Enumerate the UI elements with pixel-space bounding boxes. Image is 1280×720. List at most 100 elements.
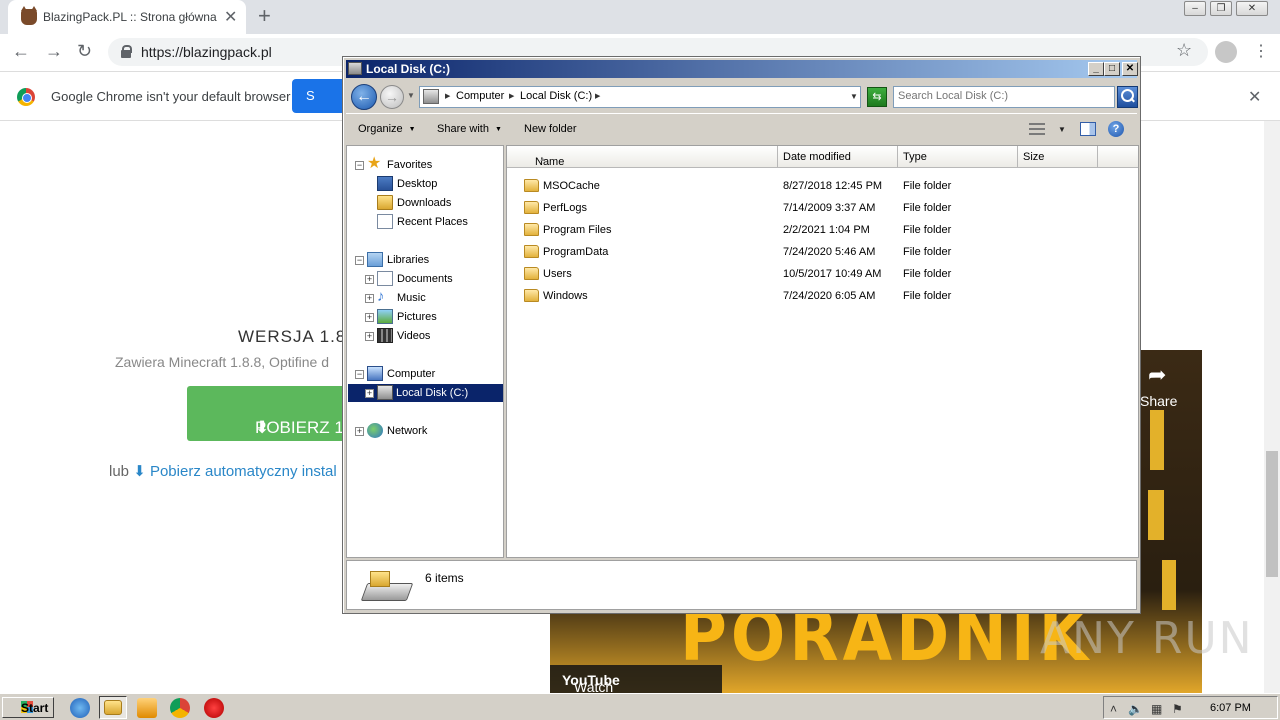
search-icon[interactable] [1117,86,1138,108]
folder-icon [524,223,539,236]
restore-window-icon[interactable]: ❐ [1210,1,1232,16]
table-row[interactable]: Windows 7/24/2020 6:05 AM File folder [507,285,1138,307]
tree-recent-places[interactable]: Recent Places [377,213,497,231]
explorer-close-button[interactable]: ✕ [1122,62,1138,76]
tab-close-icon[interactable]: ✕ [224,7,237,27]
tray-expand-icon[interactable]: ˄ [1110,702,1117,716]
history-dropdown-icon[interactable]: ▼ [407,91,415,100]
back-icon[interactable]: ← [12,41,30,62]
new-tab-icon[interactable]: + [258,3,271,29]
watch-on-label: Watch on [574,679,614,693]
search-input[interactable] [898,90,1108,102]
change-view-icon[interactable] [1029,122,1045,136]
profile-avatar-icon[interactable] [1215,41,1237,63]
share-with-button[interactable]: Share with ▼ [437,123,502,135]
libraries-icon [367,252,383,267]
tree-favorites[interactable]: − ★ Favorites [355,156,496,174]
table-row[interactable]: Program Files 2/2/2021 1:04 PM File fold… [507,219,1138,241]
tree-music[interactable]: + ♪ Music [365,289,496,307]
close-window-icon[interactable]: ✕ [1236,1,1268,16]
bookmark-star-icon[interactable]: ☆ [1176,40,1192,61]
expand-icon[interactable]: + [365,389,374,398]
download-small-icon: ⬇ [133,463,146,480]
auto-installer-link[interactable]: ⬇ Pobierz automatyczny instal [133,463,337,480]
explorer-minimize-button[interactable]: _ [1088,62,1104,76]
tree-downloads[interactable]: Downloads [377,194,497,212]
chrome-icon[interactable] [170,698,190,718]
browser-tab[interactable]: BlazingPack.PL :: Strona główna ✕ [8,0,246,34]
scrollbar-thumb[interactable] [1266,451,1278,577]
file-type: File folder [903,290,952,302]
column-header-type[interactable]: Type [898,146,1018,168]
column-header-name[interactable]: Name ▲ [507,146,778,168]
windows-taskbar: Start ˄ 🔈 ▦ ⚑ 6:07 PM [0,693,1280,720]
chevron-right-icon[interactable]: ▶ [509,92,514,100]
explorer-maximize-button[interactable]: □ [1104,62,1120,76]
tree-computer[interactable]: − Computer [355,365,496,383]
tree-libraries[interactable]: − Libraries [355,251,496,269]
table-row[interactable]: MSOCache 8/27/2018 12:45 PM File folder [507,175,1138,197]
infobar-message: Google Chrome isn't your default browser [51,89,291,104]
breadcrumb[interactable]: ▶ Computer ▶ Local Disk (C:) ▶ ▼ [419,86,861,108]
infobar-close-icon[interactable]: ✕ [1248,87,1261,107]
internet-explorer-icon[interactable] [70,698,90,718]
downloads-folder-icon [377,195,393,210]
refresh-icon[interactable]: ⇆ [867,87,887,107]
table-row[interactable]: PerfLogs 7/14/2009 3:37 AM File folder [507,197,1138,219]
expand-icon[interactable]: + [365,332,374,341]
expand-icon[interactable]: + [365,294,374,303]
chrome-menu-icon[interactable]: ⋮ [1253,41,1269,61]
organize-button[interactable]: Organize ▼ [358,123,416,135]
explorer-title-bar[interactable]: Local Disk (C:) _ □ ✕ [346,60,1138,78]
start-label: Start [21,701,49,715]
forward-icon[interactable]: → [45,41,63,62]
view-dropdown-icon[interactable]: ▼ [1058,125,1066,134]
set-default-label: S [306,88,315,103]
share-label[interactable]: Share [1140,393,1177,409]
search-field[interactable] [893,86,1115,108]
help-icon[interactable]: ? [1108,121,1124,137]
alternative-download: lub ⬇ Pobierz automatyczny instal [109,462,337,480]
address-dropdown-icon[interactable]: ▼ [850,92,858,101]
chevron-right-icon[interactable]: ▶ [595,92,600,100]
share-icon[interactable]: ➦ [1148,362,1166,388]
tree-desktop[interactable]: Desktop [377,175,497,193]
media-player-icon[interactable] [137,698,157,718]
collapse-icon[interactable]: − [355,161,364,170]
computer-icon [423,89,439,104]
new-folder-button[interactable]: New folder [524,123,577,135]
breadcrumb-local-disk[interactable]: Local Disk (C:) [520,90,592,102]
tree-videos[interactable]: + Videos [365,327,496,345]
table-row[interactable]: ProgramData 7/24/2020 5:46 AM File folde… [507,241,1138,263]
expand-icon[interactable]: + [365,313,374,322]
volume-icon[interactable]: 🔈 [1128,702,1143,716]
expand-icon[interactable]: + [365,275,374,284]
expand-icon[interactable]: + [355,427,364,436]
reload-icon[interactable]: ↻ [77,41,92,62]
forward-arrow-icon[interactable]: → [380,85,404,109]
page-scrollbar[interactable] [1264,121,1280,693]
collapse-icon[interactable]: − [355,256,364,265]
minimize-window-icon[interactable]: – [1184,1,1206,16]
column-header-size[interactable]: Size [1018,146,1098,168]
tree-documents[interactable]: + Documents [365,270,496,288]
watch-on-youtube-button[interactable]: Watch on YouTube [550,665,722,693]
table-row[interactable]: Users 10/5/2017 10:49 AM File folder [507,263,1138,285]
tree-label: Libraries [387,254,430,266]
action-center-icon[interactable]: ⚑ [1172,702,1183,716]
collapse-icon[interactable]: − [355,370,364,379]
chevron-down-icon: ▼ [408,126,416,133]
tree-network[interactable]: + Network [355,422,496,440]
back-arrow-icon[interactable]: ← [351,84,377,110]
breadcrumb-computer[interactable]: Computer [456,90,504,102]
tree-pictures[interactable]: + Pictures [365,308,496,326]
network-tray-icon[interactable]: ▦ [1151,702,1162,716]
antivirus-icon[interactable] [204,698,224,718]
chevron-right-icon[interactable]: ▶ [445,92,450,100]
preview-pane-icon[interactable] [1080,122,1096,136]
download-button[interactable]: ⬇ POBIERZ 1.8. [187,386,367,441]
clock[interactable]: 6:07 PM [1210,702,1251,714]
column-header-date[interactable]: Date modified [778,146,898,168]
tree-local-disk[interactable]: + Local Disk (C:) [348,384,503,402]
start-button[interactable]: Start [2,697,54,718]
